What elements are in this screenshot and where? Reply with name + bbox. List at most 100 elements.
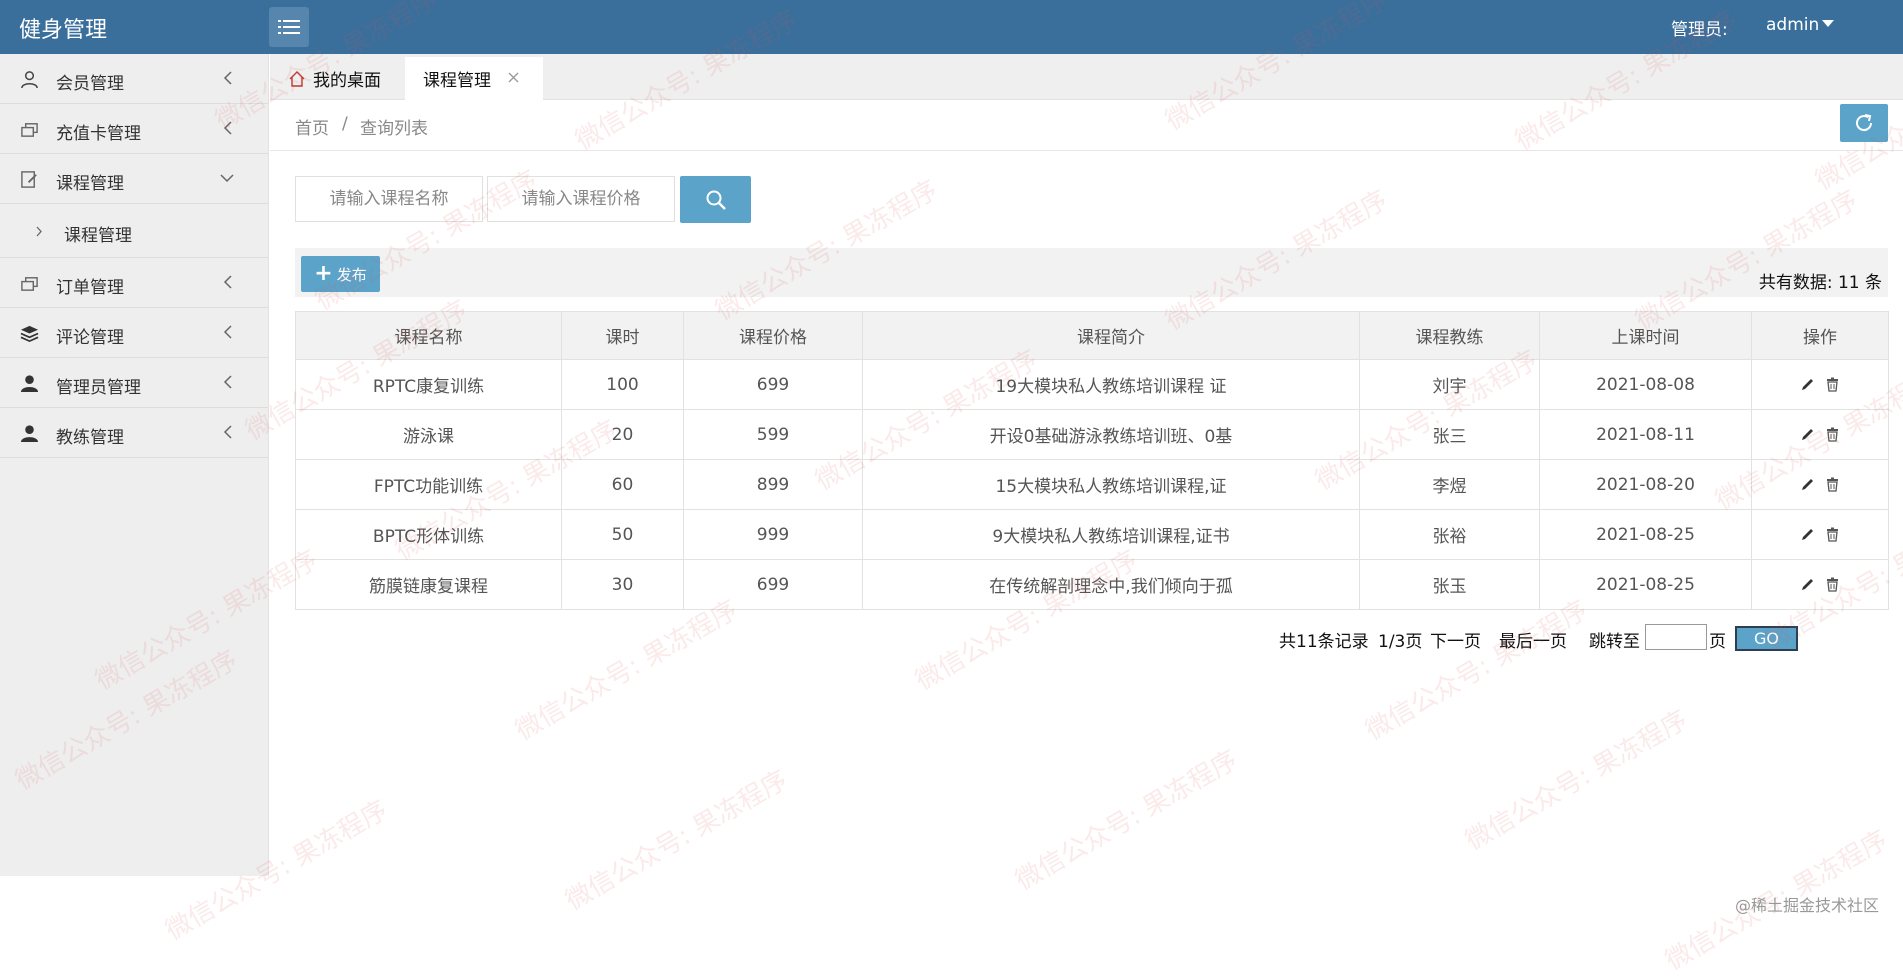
table-cell: 30 [561, 559, 684, 610]
tab-desktop[interactable]: 我的桌面 [288, 57, 381, 100]
table-cell: 60 [561, 459, 684, 510]
sidebar-item-label: 订单管理 [56, 278, 124, 298]
person-filled-icon [20, 375, 39, 393]
table-row: RPTC康复训练 100 699 19大模块私人教练培训课程 证刘宇 2021-08-0… [295, 359, 1889, 410]
sidebar-item-orders[interactable]: 订单管理 [0, 258, 268, 308]
chevron-left-icon [223, 375, 232, 389]
footer-credit: @稀土掘金技术社区 [1735, 896, 1880, 915]
refresh-button[interactable] [1840, 104, 1888, 142]
table-header-row: 课程名称 课时 课程价格 课程简介 课程教练 上课时间 操作 [295, 311, 1889, 360]
chevron-left-icon [223, 71, 232, 85]
sidebar-item-courses[interactable]: 课程管理 [0, 154, 268, 204]
sidebar: 会员管理 充值卡管理 课程管理 课程管理 订单管理 评论管理 管理员管理 教练管… [0, 54, 269, 876]
breadcrumb: 首页 / 查询列表 [270, 101, 1903, 151]
sidebar-item-recharge-cards[interactable]: 充值卡管理 [0, 104, 268, 154]
pagination-last[interactable]: 最后一页 [1499, 627, 1567, 652]
edit-button[interactable] [1800, 527, 1815, 542]
watermark-text: 微信公众号: 果冻程序 [1360, 594, 1593, 747]
go-button[interactable]: GO [1735, 626, 1798, 651]
chevron-left-icon [223, 121, 232, 135]
total-count: 共有数据: 11 条 [1758, 273, 1882, 293]
edit-button[interactable] [1800, 377, 1815, 392]
course-price-search-input[interactable] [487, 176, 675, 222]
table-cell: BPTC形体训练 [295, 509, 562, 560]
table-cell: 899 [683, 459, 863, 510]
table-cell: 筋膜链康复课程 [295, 559, 562, 610]
delete-button[interactable] [1825, 577, 1840, 592]
search-icon [706, 190, 726, 210]
breadcrumb-home[interactable]: 首页 [295, 114, 329, 139]
app-title: 健身管理 [19, 18, 108, 43]
column-header: 课程教练 [1359, 311, 1540, 360]
table-cell: 19大模块私人教练培训课程 证 [862, 359, 1360, 410]
table-cell: 100 [561, 359, 684, 410]
sidebar-item-admins[interactable]: 管理员管理 [0, 358, 268, 408]
admin-label: 管理员: [1671, 20, 1728, 40]
table-cell: 2021-08-08 [1539, 359, 1752, 410]
table-row: 筋膜链康复课程 30 699 在传统解剖理念中,我们倾向于孤 张玉 2021-08-25 [295, 559, 1889, 610]
table-cell: 20 [561, 409, 684, 460]
table-cell: 999 [683, 509, 863, 560]
trash-icon [1827, 427, 1838, 442]
delete-button[interactable] [1825, 527, 1840, 542]
table-cell: 张裕 [1359, 509, 1540, 560]
menu-toggle-button[interactable] [269, 7, 309, 47]
table-cell: 2021-08-11 [1539, 409, 1752, 460]
table-cell: FPTC功能训练 [295, 459, 562, 510]
trash-icon [1827, 527, 1838, 542]
tab-course-management[interactable]: 课程管理 [405, 57, 543, 100]
search-button[interactable] [680, 176, 751, 223]
pagination-next[interactable]: 下一页 [1430, 627, 1481, 652]
admin-user-menu[interactable]: admin [1766, 15, 1819, 35]
refresh-icon [1856, 114, 1873, 132]
pagination-jump-label: 跳转至 [1589, 632, 1640, 652]
course-table: 课程名称 课时 课程价格 课程简介 课程教练 上课时间 操作 RPTC康复训练 1… [295, 311, 1889, 610]
chevron-left-icon [223, 425, 232, 439]
sidebar-item-label: 教练管理 [56, 428, 124, 448]
edit-button[interactable] [1800, 427, 1815, 442]
table-cell: 699 [683, 359, 863, 410]
table-toolbar: + 发布 共有数据: 11 条 [295, 248, 1888, 297]
column-header: 上课时间 [1539, 311, 1752, 360]
pencil-icon [1802, 429, 1813, 440]
watermark-text: 微信公众号: 果冻程序 [510, 594, 743, 747]
person-filled-icon [20, 425, 39, 443]
sidebar-item-label: 管理员管理 [56, 378, 141, 398]
table-cell-actions [1751, 359, 1889, 410]
table-row: 游泳课 20 599 开设0基础游泳教练培训班、0基 张三 2021-08-11 [295, 409, 1889, 460]
sidebar-item-label: 评论管理 [56, 328, 124, 348]
table-cell: 2021-08-25 [1539, 509, 1752, 560]
course-name-search-input[interactable] [295, 176, 483, 222]
table-cell: 50 [561, 509, 684, 560]
sidebar-item-label: 充值卡管理 [56, 124, 141, 144]
table-cell: 9大模块私人教练培训课程,证书 [862, 509, 1360, 560]
table-cell: 开设0基础游泳教练培训班、0基 [862, 409, 1360, 460]
table-cell: 游泳课 [295, 409, 562, 460]
table-cell: 在传统解剖理念中,我们倾向于孤 [862, 559, 1360, 610]
trash-icon [1827, 477, 1838, 492]
chevron-down-icon[interactable] [1822, 20, 1834, 27]
column-header: 操作 [1751, 311, 1889, 360]
edit-button[interactable] [1800, 477, 1815, 492]
sidebar-item-coaches[interactable]: 教练管理 [0, 408, 268, 458]
stack-icon [20, 325, 39, 343]
chevron-right-icon [36, 226, 42, 237]
table-cell: 李煜 [1359, 459, 1540, 510]
table-cell: 15大模块私人教练培训课程,证 [862, 459, 1360, 510]
chevron-left-icon [223, 275, 232, 289]
close-icon[interactable] [507, 71, 520, 84]
delete-button[interactable] [1825, 427, 1840, 442]
table-cell: 2021-08-20 [1539, 459, 1752, 510]
page-jump-input[interactable] [1645, 624, 1707, 650]
hamburger-icon [278, 20, 300, 34]
publish-button[interactable]: + 发布 [301, 256, 380, 292]
table-cell: 699 [683, 559, 863, 610]
edit-button[interactable] [1800, 577, 1815, 592]
sidebar-item-comments[interactable]: 评论管理 [0, 308, 268, 358]
sidebar-item-members[interactable]: 会员管理 [0, 54, 268, 104]
publish-label: 发布 [336, 265, 367, 284]
delete-button[interactable] [1825, 477, 1840, 492]
delete-button[interactable] [1825, 377, 1840, 392]
table-cell-actions [1751, 459, 1889, 510]
sidebar-subitem-courses[interactable]: 课程管理 [0, 204, 268, 258]
